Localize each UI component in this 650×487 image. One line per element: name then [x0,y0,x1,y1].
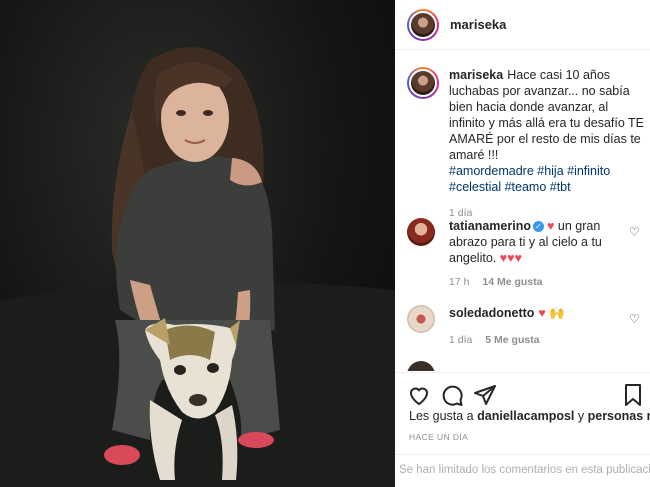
comment-text: soledadonetto ♥ 🙌 [449,305,647,321]
likes-summary: Les gusta a daniellacamposl y personas m… [409,409,650,423]
praying-hands-emoji-icon: 🙌 [549,306,565,320]
speech-bubble-icon[interactable] [440,383,464,407]
likes-others-link[interactable]: personas más [588,409,650,423]
comment-like-heart-icon[interactable]: ♡ [629,226,641,238]
comment-meta: 1 día 5 Me gusta [449,334,647,346]
comment-likes[interactable]: 14 Me gusta [482,276,542,288]
comment-likes[interactable]: 5 Me gusta [485,334,539,346]
commenter-avatar[interactable] [407,361,435,371]
comment-time[interactable]: 17 h [449,276,469,288]
likes-prefix: Les gusta a [409,409,474,423]
comment-text-1: un gran [557,219,601,233]
heart-outline-icon[interactable] [407,383,431,407]
caption: mariseka Hace casi 10 años luchabas por a… [407,67,647,219]
comment-tatianamerino: tatianamerino ✓ ♥ un gran abrazo para ti y… [407,218,647,288]
author-avatar[interactable] [407,8,439,41]
comments-list[interactable]: mariseka Hace casi 10 años luchabas por a… [395,51,650,371]
red-heart-emoji-icon: ♥ [538,306,546,320]
commenter-avatar[interactable] [407,218,435,246]
action-bar [407,383,647,407]
comment-username[interactable]: tatianamerino [449,219,531,233]
author-username[interactable]: mariseka [450,17,506,32]
comments-limited-notice: Se han limitado los comentarios en esta … [395,454,650,487]
post-actions: Les gusta a daniellacamposl y personas m… [395,372,650,487]
photo-girl-with-dog [0,47,395,487]
caption-hashtags-1[interactable]: #amordemadre #hija #infinito [449,164,610,178]
verified-badge-icon: ✓ [532,221,544,232]
comment-username[interactable]: soledadonetto [449,306,534,320]
caption-username[interactable]: mariseka [449,68,503,82]
red-heart-emoji-icon: ♥ [546,219,555,233]
commenter-avatar[interactable] [407,305,435,333]
comment-text-3: angelito. [449,251,497,265]
post-header: mariseka [395,0,650,50]
caption-body: Hace casi 10 años luchabas por avanzar..… [449,68,645,162]
likes-conjunction: y [577,409,585,423]
comment-like-heart-icon[interactable]: ♡ [629,313,641,325]
caption-avatar[interactable] [407,67,439,99]
bookmark-icon[interactable] [621,383,645,407]
comment-meta: 17 h 14 Me gusta [449,276,647,288]
paper-plane-icon[interactable] [473,383,497,407]
comment-time[interactable]: 1 día [449,334,472,346]
liker-username[interactable]: daniellacamposl [477,409,574,423]
post-sidebar: mariseka mariseka Hace casi 10 años lucha… [395,0,650,487]
comment-text-2: abrazo para ti y al cielo a tu [449,235,602,249]
post-photo[interactable] [0,0,395,487]
red-hearts-emoji-icon: ♥♥♥ [499,251,523,265]
caption-text: mariseka Hace casi 10 años luchabas por a… [449,67,647,195]
caption-hashtags-2[interactable]: #celestial #teamo #tbt [449,180,571,194]
comment-text: tatianamerino ✓ ♥ un gran abrazo para ti y… [449,218,647,266]
post-timestamp[interactable]: Hace un día [409,432,468,442]
comment-soledadonetto: soledadonetto ♥ 🙌 1 día 5 Me gusta ♡ [407,305,647,346]
